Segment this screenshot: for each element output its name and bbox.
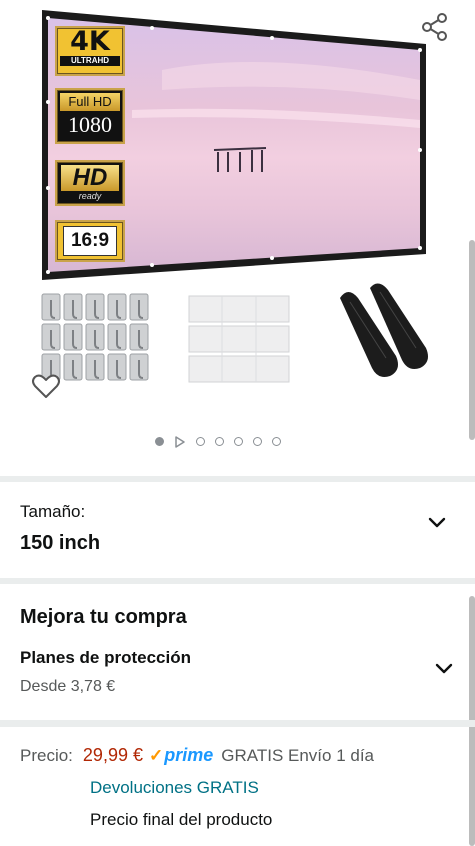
page-dot[interactable] — [234, 436, 243, 446]
image-page-indicator[interactable] — [155, 433, 281, 449]
divider — [0, 720, 475, 727]
prime-badge: ✓ prime — [149, 745, 213, 766]
adhesive-patches-image — [188, 294, 292, 386]
badge-4k-text: 4K — [70, 26, 110, 57]
share-icon[interactable] — [420, 12, 450, 42]
badge-ready-text: ready — [78, 191, 102, 201]
play-icon[interactable] — [174, 435, 186, 448]
badge-aspect-ratio: 16:9 — [55, 220, 125, 262]
size-label: Tamaño: — [20, 502, 86, 521]
size-value: 150 inch — [20, 532, 101, 554]
page-dot[interactable] — [215, 436, 224, 446]
straps-accessory-image — [330, 282, 440, 382]
badge-full-hd-text: Full HD — [60, 93, 120, 111]
protection-plans-price: Desde 3,78 € — [20, 678, 116, 695]
shipping-info: GRATIS Envío 1 día — [221, 746, 375, 765]
chevron-down-icon[interactable] — [427, 516, 447, 530]
price-row: Precio: 29,99 € ✓ prime GRATIS Envío 1 d… — [20, 745, 374, 766]
heart-icon[interactable] — [30, 370, 62, 402]
badge-full-hd: Full HD 1080 — [55, 88, 125, 144]
badge-1080-text: 1080 — [68, 112, 112, 137]
free-returns-link[interactable]: Devoluciones GRATIS — [90, 778, 259, 798]
prime-logo-text: prime — [164, 745, 214, 765]
badge-4k-ultrahd: 4K ULTRAHD — [55, 26, 125, 76]
page-dot[interactable] — [196, 436, 205, 446]
gallery-scrollbar[interactable] — [469, 240, 475, 440]
protection-plans-title[interactable]: Planes de protección — [20, 648, 191, 668]
product-image-gallery[interactable]: 4K ULTRAHD Full HD 1080 HD ready 16:9 — [0, 0, 475, 476]
upgrade-title: Mejora tu compra — [20, 606, 187, 628]
prime-check-icon: ✓ — [148, 746, 164, 765]
badge-hd-text: HD — [61, 165, 119, 191]
price-amount: 29,99 € — [82, 745, 143, 765]
page-dot[interactable] — [253, 436, 262, 446]
badge-ratio-text: 16:9 — [63, 226, 117, 256]
size-selector[interactable]: Tamaño: 150 inch — [0, 482, 475, 578]
upgrade-section: Mejora tu compra Planes de protección De… — [0, 584, 475, 846]
price-label: Precio: — [20, 746, 73, 765]
badge-ultrahd-text: ULTRAHD — [60, 56, 120, 66]
page-dot-active[interactable] — [155, 436, 164, 446]
page-dot[interactable] — [272, 436, 281, 446]
badge-hd-ready: HD ready — [55, 160, 125, 206]
final-price-note: Precio final del producto — [90, 810, 273, 829]
price-section: Precio: 29,99 € ✓ prime GRATIS Envío 1 d… — [0, 727, 475, 842]
chevron-down-icon[interactable] — [434, 662, 454, 676]
